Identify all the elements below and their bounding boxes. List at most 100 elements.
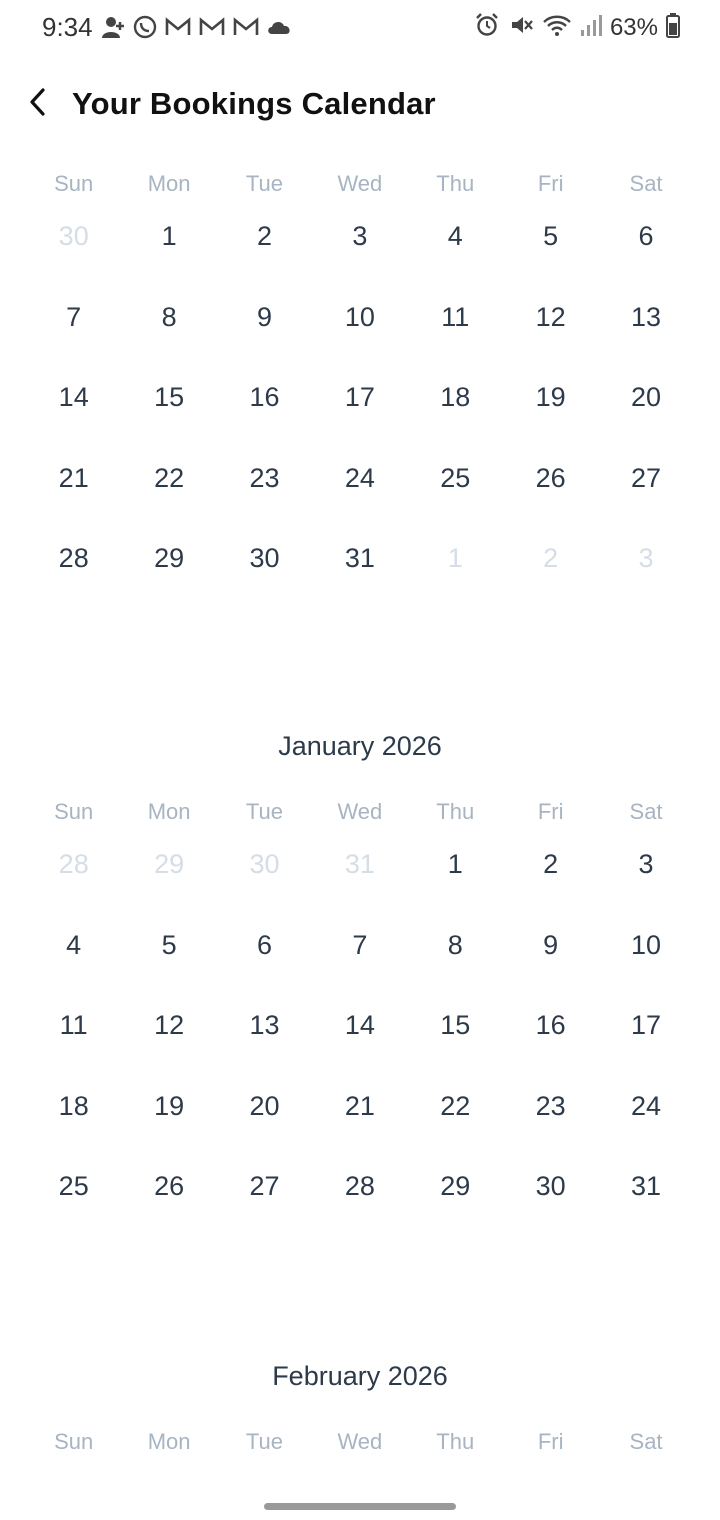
- calendar-day[interactable]: 6: [598, 214, 693, 295]
- calendar-day[interactable]: 17: [598, 1003, 693, 1084]
- weekday-label: Tue: [245, 171, 284, 196]
- calendar-day[interactable]: 5: [121, 923, 216, 1004]
- calendar-day[interactable]: 27: [217, 1164, 312, 1245]
- calendar-day[interactable]: 27: [598, 456, 693, 537]
- calendar-day[interactable]: 8: [408, 923, 503, 1004]
- weekday-label: Thu: [436, 799, 475, 824]
- calendar-day[interactable]: 2: [503, 842, 598, 923]
- calendar-day[interactable]: 12: [121, 1003, 216, 1084]
- calendar-day[interactable]: 23: [217, 456, 312, 537]
- calendar-day[interactable]: 18: [408, 375, 503, 456]
- calendar-day[interactable]: 6: [217, 923, 312, 1004]
- calendar-day[interactable]: 9: [503, 923, 598, 1004]
- weekday-label: Wed: [337, 171, 383, 196]
- calendar-day[interactable]: 10: [312, 295, 407, 376]
- calendar-day[interactable]: 4: [408, 214, 503, 295]
- calendar-day[interactable]: 17: [312, 375, 407, 456]
- calendar-day[interactable]: 29: [408, 1164, 503, 1245]
- calendar-day-outside-month: 28: [58, 849, 89, 879]
- calendar-day[interactable]: 11: [408, 295, 503, 376]
- calendar-day[interactable]: 25: [408, 456, 503, 537]
- calendar-day[interactable]: 13: [598, 295, 693, 376]
- calendar-day[interactable]: 7: [312, 923, 407, 1004]
- calendar-day[interactable]: 16: [217, 375, 312, 456]
- calendar-day[interactable]: 19: [503, 375, 598, 456]
- gmail-icon: [164, 15, 192, 44]
- weekday-label: Sat: [629, 171, 663, 196]
- calendar-day[interactable]: 30: [503, 1164, 598, 1245]
- calendar-day[interactable]: 21: [26, 456, 121, 537]
- calendar-day[interactable]: 15: [408, 1003, 503, 1084]
- calendar-day[interactable]: 1: [121, 214, 216, 295]
- calendar-day[interactable]: 31: [598, 1164, 693, 1245]
- month-block-february-2026: February 2026 Sun Mon Tue Wed Thu Fri Sa…: [26, 1358, 694, 1460]
- calendar-day[interactable]: 9: [217, 295, 312, 376]
- calendar-day[interactable]: 19: [121, 1084, 216, 1165]
- month-title: February 2026: [272, 1361, 448, 1391]
- calendar-day-outside-month: 31: [344, 849, 375, 879]
- signal-icon: [580, 12, 602, 43]
- weekday-header: Sun Mon Tue Wed Thu Fri Sat: [26, 166, 694, 202]
- calendar-day[interactable]: 26: [503, 456, 598, 537]
- calendar-day[interactable]: 24: [312, 456, 407, 537]
- calendar-day[interactable]: 3: [598, 842, 693, 923]
- weekday-label: Thu: [436, 1429, 475, 1454]
- days-grid: 28 29 30 31 1 2 3 4 5 6 7 8 9 10 11 12 13 14 15 16 17 18 19 20 2…: [26, 842, 694, 1245]
- calendar-day[interactable]: 21: [312, 1084, 407, 1165]
- calendar-day[interactable]: 29: [121, 536, 216, 617]
- calendar-day[interactable]: 14: [26, 375, 121, 456]
- calendar-day[interactable]: 12: [503, 295, 598, 376]
- weekday-label: Wed: [337, 1429, 383, 1454]
- calendar-day[interactable]: 31: [312, 536, 407, 617]
- calendar-day[interactable]: 18: [26, 1084, 121, 1165]
- weekday-header: Sun Mon Tue Wed Thu Fri Sat: [26, 794, 694, 830]
- page-title: Your Bookings Calendar: [72, 86, 436, 121]
- weekday-label: Wed: [337, 799, 383, 824]
- calendar-day[interactable]: 7: [26, 295, 121, 376]
- calendar-day-outside-month: 1: [447, 543, 463, 573]
- calendar-day[interactable]: 13: [217, 1003, 312, 1084]
- calendar-day[interactable]: 26: [121, 1164, 216, 1245]
- weekday-label: Mon: [147, 799, 191, 824]
- mute-icon: [508, 12, 534, 43]
- calendar-day[interactable]: 15: [121, 375, 216, 456]
- calendar-day[interactable]: 14: [312, 1003, 407, 1084]
- system-icons: 63%: [474, 12, 680, 43]
- calendar-day-outside-month: 3: [638, 543, 654, 573]
- gmail-icon: [232, 15, 260, 44]
- calendar-day[interactable]: 25: [26, 1164, 121, 1245]
- calendar-day[interactable]: 5: [503, 214, 598, 295]
- whatsapp-icon: [132, 14, 158, 45]
- weekday-label: Tue: [245, 1429, 284, 1454]
- calendar-day[interactable]: 28: [26, 536, 121, 617]
- weekday-label: Sun: [54, 799, 94, 824]
- home-indicator[interactable]: [264, 1503, 456, 1510]
- weekday-label: Mon: [147, 1429, 191, 1454]
- calendar-day-outside-month: 2: [543, 543, 559, 573]
- calendar-day[interactable]: 22: [121, 456, 216, 537]
- calendar-day[interactable]: 22: [408, 1084, 503, 1165]
- calendar-day[interactable]: 11: [26, 1003, 121, 1084]
- weekday-label: Sun: [54, 171, 94, 196]
- weekday-label: Thu: [436, 171, 475, 196]
- alarm-icon: [474, 12, 500, 43]
- calendar-day[interactable]: 2: [217, 214, 312, 295]
- calendar-day[interactable]: 1: [408, 842, 503, 923]
- calendar-day[interactable]: 16: [503, 1003, 598, 1084]
- battery-percent: 63%: [609, 13, 658, 41]
- calendar-day[interactable]: 8: [121, 295, 216, 376]
- calendar-day[interactable]: 20: [598, 375, 693, 456]
- weekday-label: Sat: [629, 1429, 663, 1454]
- calendar-day[interactable]: 4: [26, 923, 121, 1004]
- back-button[interactable]: [18, 82, 58, 126]
- calendar-day[interactable]: 28: [312, 1164, 407, 1245]
- calendar-day[interactable]: 23: [503, 1084, 598, 1165]
- calendar-day-outside-month: 30: [58, 221, 89, 251]
- calendar-day[interactable]: 20: [217, 1084, 312, 1165]
- gmail-icon: [198, 15, 226, 44]
- calendar-day[interactable]: 3: [312, 214, 407, 295]
- calendar-day[interactable]: 30: [217, 536, 312, 617]
- app-bar: Your Bookings Calendar: [0, 72, 720, 136]
- calendar-day[interactable]: 10: [598, 923, 693, 1004]
- calendar-day[interactable]: 24: [598, 1084, 693, 1165]
